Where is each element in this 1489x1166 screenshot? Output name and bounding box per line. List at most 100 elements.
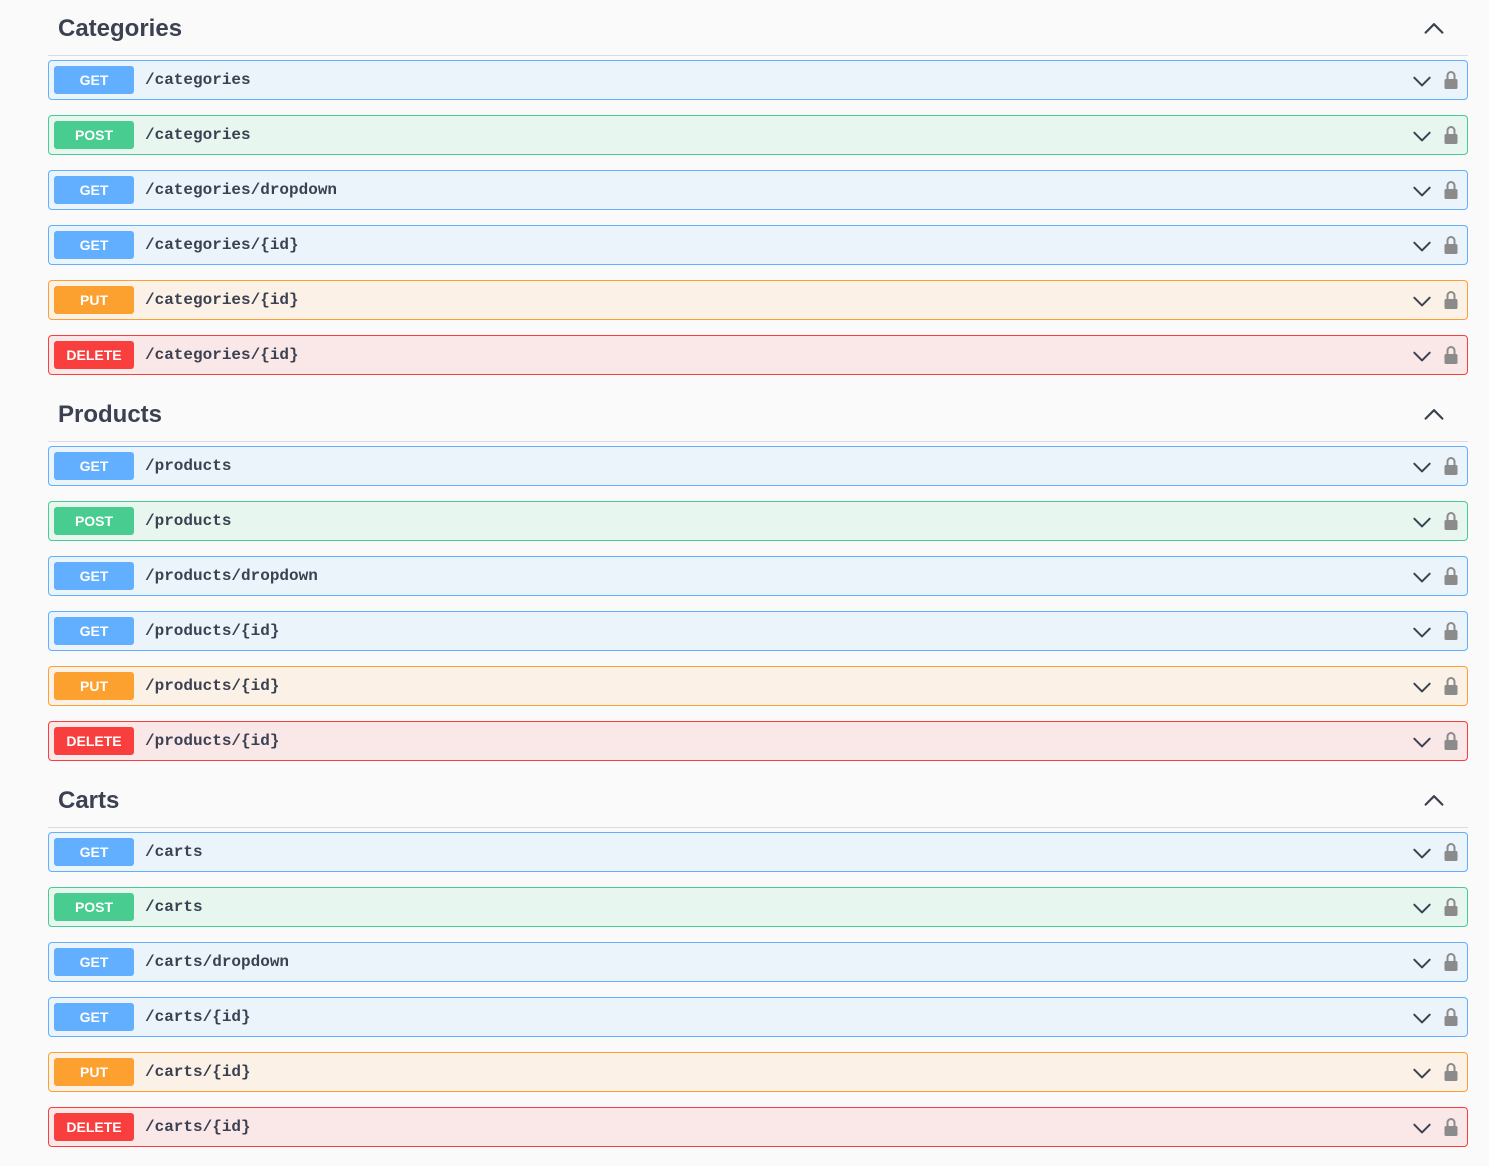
authorize-button[interactable] (1443, 69, 1459, 91)
lock-icon[interactable] (1443, 841, 1459, 863)
operation-put[interactable]: PUT/categories/{id} (48, 280, 1468, 320)
chevron-down-icon[interactable] (1411, 456, 1433, 478)
authorize-button[interactable] (1443, 730, 1459, 752)
lock-icon[interactable] (1443, 620, 1459, 642)
expand-operation-button[interactable] (1411, 180, 1433, 202)
chevron-up-icon[interactable] (1422, 17, 1446, 41)
lock-icon[interactable] (1443, 1116, 1459, 1138)
lock-icon[interactable] (1443, 510, 1459, 532)
authorize-button[interactable] (1443, 565, 1459, 587)
chevron-down-icon[interactable] (1411, 125, 1433, 147)
authorize-button[interactable] (1443, 675, 1459, 697)
expand-operation-button[interactable] (1411, 1117, 1433, 1139)
lock-icon[interactable] (1443, 234, 1459, 256)
lock-icon[interactable] (1443, 896, 1459, 918)
chevron-down-icon[interactable] (1411, 621, 1433, 643)
expand-operation-button[interactable] (1411, 676, 1433, 698)
expand-operation-button[interactable] (1411, 70, 1433, 92)
lock-icon[interactable] (1443, 124, 1459, 146)
expand-operation-button[interactable] (1411, 456, 1433, 478)
operation-put[interactable]: PUT/carts/{id} (48, 1052, 1468, 1092)
tag-header[interactable]: Categories (48, 0, 1468, 56)
chevron-down-icon[interactable] (1411, 290, 1433, 312)
collapse-section-button[interactable] (1422, 17, 1446, 41)
chevron-down-icon[interactable] (1411, 345, 1433, 367)
chevron-down-icon[interactable] (1411, 842, 1433, 864)
chevron-up-icon[interactable] (1422, 789, 1446, 813)
authorize-button[interactable] (1443, 620, 1459, 642)
chevron-down-icon[interactable] (1411, 235, 1433, 257)
chevron-down-icon[interactable] (1411, 566, 1433, 588)
chevron-down-icon[interactable] (1411, 676, 1433, 698)
authorize-button[interactable] (1443, 1116, 1459, 1138)
expand-operation-button[interactable] (1411, 731, 1433, 753)
expand-operation-button[interactable] (1411, 566, 1433, 588)
expand-operation-button[interactable] (1411, 345, 1433, 367)
authorize-button[interactable] (1443, 179, 1459, 201)
authorize-button[interactable] (1443, 951, 1459, 973)
operation-get[interactable]: GET/categories/dropdown (48, 170, 1468, 210)
operation-delete[interactable]: DELETE/categories/{id} (48, 335, 1468, 375)
expand-operation-button[interactable] (1411, 1007, 1433, 1029)
authorize-button[interactable] (1443, 344, 1459, 366)
tag-header[interactable]: Carts (48, 772, 1468, 828)
operation-get[interactable]: GET/products/{id} (48, 611, 1468, 651)
operation-get[interactable]: GET/categories/{id} (48, 225, 1468, 265)
operation-get[interactable]: GET/carts (48, 832, 1468, 872)
chevron-down-icon[interactable] (1411, 1007, 1433, 1029)
expand-operation-button[interactable] (1411, 290, 1433, 312)
chevron-down-icon[interactable] (1411, 1062, 1433, 1084)
lock-icon[interactable] (1443, 1061, 1459, 1083)
operation-post[interactable]: POST/carts (48, 887, 1468, 927)
expand-operation-button[interactable] (1411, 952, 1433, 974)
expand-operation-button[interactable] (1411, 511, 1433, 533)
expand-operation-button[interactable] (1411, 125, 1433, 147)
chevron-down-icon[interactable] (1411, 952, 1433, 974)
authorize-button[interactable] (1443, 289, 1459, 311)
lock-icon[interactable] (1443, 455, 1459, 477)
authorize-button[interactable] (1443, 1061, 1459, 1083)
operation-delete[interactable]: DELETE/products/{id} (48, 721, 1468, 761)
authorize-button[interactable] (1443, 1006, 1459, 1028)
authorize-button[interactable] (1443, 841, 1459, 863)
lock-icon[interactable] (1443, 675, 1459, 697)
chevron-down-icon[interactable] (1411, 180, 1433, 202)
expand-operation-button[interactable] (1411, 1062, 1433, 1084)
operation-put[interactable]: PUT/products/{id} (48, 666, 1468, 706)
collapse-section-button[interactable] (1422, 789, 1446, 813)
lock-icon[interactable] (1443, 730, 1459, 752)
authorize-button[interactable] (1443, 234, 1459, 256)
operation-get[interactable]: GET/categories (48, 60, 1468, 100)
lock-icon[interactable] (1443, 951, 1459, 973)
operation-get[interactable]: GET/products (48, 446, 1468, 486)
tag-header[interactable]: Products (48, 386, 1468, 442)
authorize-button[interactable] (1443, 455, 1459, 477)
operation-delete[interactable]: DELETE/carts/{id} (48, 1107, 1468, 1147)
lock-icon[interactable] (1443, 565, 1459, 587)
expand-operation-button[interactable] (1411, 842, 1433, 864)
authorize-button[interactable] (1443, 124, 1459, 146)
operation-get[interactable]: GET/carts/dropdown (48, 942, 1468, 982)
chevron-down-icon[interactable] (1411, 70, 1433, 92)
expand-operation-button[interactable] (1411, 235, 1433, 257)
chevron-up-icon[interactable] (1422, 403, 1446, 427)
chevron-down-icon[interactable] (1411, 731, 1433, 753)
authorize-button[interactable] (1443, 510, 1459, 532)
method-badge: GET (54, 1003, 134, 1031)
lock-icon[interactable] (1443, 179, 1459, 201)
lock-icon[interactable] (1443, 1006, 1459, 1028)
chevron-down-icon[interactable] (1411, 511, 1433, 533)
expand-operation-button[interactable] (1411, 621, 1433, 643)
collapse-section-button[interactable] (1422, 403, 1446, 427)
operation-get[interactable]: GET/products/dropdown (48, 556, 1468, 596)
operation-get[interactable]: GET/carts/{id} (48, 997, 1468, 1037)
expand-operation-button[interactable] (1411, 897, 1433, 919)
chevron-down-icon[interactable] (1411, 897, 1433, 919)
operation-post[interactable]: POST/categories (48, 115, 1468, 155)
chevron-down-icon[interactable] (1411, 1117, 1433, 1139)
lock-icon[interactable] (1443, 289, 1459, 311)
operation-post[interactable]: POST/products (48, 501, 1468, 541)
authorize-button[interactable] (1443, 896, 1459, 918)
lock-icon[interactable] (1443, 344, 1459, 366)
lock-icon[interactable] (1443, 69, 1459, 91)
